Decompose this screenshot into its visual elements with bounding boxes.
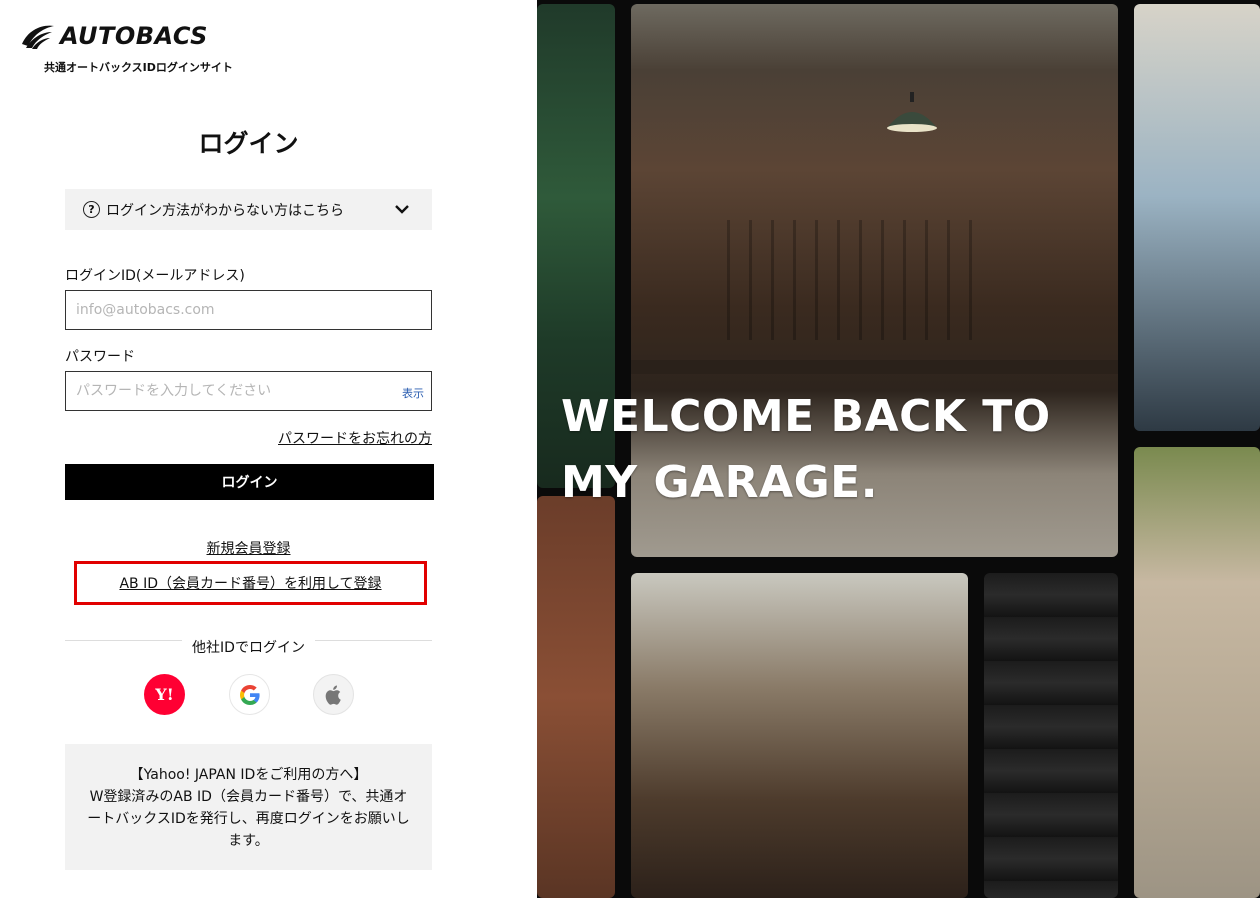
forgot-password-link[interactable]: パスワードをお忘れの方 — [278, 428, 432, 448]
hero-image-pegboard — [727, 220, 987, 340]
login-id-field-wrapper — [65, 290, 432, 330]
password-field-wrapper: 表示 — [65, 371, 432, 411]
social-login-heading: 他社IDでログイン — [182, 640, 315, 656]
hero-image-tools-wall — [537, 496, 615, 898]
hanging-lamp-image — [887, 92, 937, 132]
login-id-label: ログインID(メールアドレス) — [65, 268, 245, 284]
autobacs-logo[interactable]: AUTOBACS — [20, 22, 280, 52]
hero-headline: WELCOME BACK TO MY GARAGE. — [561, 384, 1051, 516]
hero-image-woman-in-garage — [631, 573, 968, 898]
chevron-down-icon — [395, 205, 409, 214]
hero-image-workbench — [631, 360, 1118, 374]
show-password-toggle[interactable]: 表示 — [402, 385, 424, 401]
site-tagline: 共通オートバックスIDログインサイト — [44, 61, 233, 74]
yahoo-login-button[interactable]: Y! — [144, 674, 185, 715]
google-icon — [239, 684, 260, 705]
question-circle-icon: ? — [83, 201, 100, 218]
autobacs-wing-icon — [22, 25, 54, 49]
hero-image-tires — [984, 573, 1118, 898]
yahoo-icon: Y! — [155, 685, 174, 704]
hero-panel: WELCOME BACK TO MY GARAGE. — [537, 0, 1260, 898]
yahoo-notice-box: 【Yahoo! JAPAN IDをご利用の方へ】 W登録済みのAB ID（会員カ… — [65, 744, 432, 870]
yahoo-notice-title: 【Yahoo! JAPAN IDをご利用の方へ】 — [129, 767, 368, 783]
apple-icon — [325, 685, 341, 705]
password-input[interactable] — [66, 372, 431, 410]
hero-headline-line1: WELCOME BACK TO — [561, 391, 1051, 442]
login-help-label: ログイン方法がわからない方はこちら — [106, 202, 344, 219]
hero-image-driver — [1134, 4, 1260, 431]
password-label: パスワード — [65, 349, 135, 365]
hero-headline-line2: MY GARAGE. — [561, 457, 878, 508]
logo-wordmark: AUTOBACS — [60, 22, 208, 50]
yahoo-notice-body: W登録済みのAB ID（会員カード番号）で、共通オートバックスIDを発行し、再度… — [87, 789, 410, 849]
login-help-accordion[interactable]: ? ログイン方法がわからない方はこちら — [65, 189, 432, 230]
social-login-heading-wrap: 他社IDでログイン — [0, 637, 497, 657]
apple-login-button[interactable] — [313, 674, 354, 715]
google-login-button[interactable] — [229, 674, 270, 715]
page-title: ログイン — [198, 129, 299, 158]
ab-id-register-link[interactable]: AB ID（会員カード番号）を利用して登録 — [119, 573, 381, 593]
login-panel: AUTOBACS 共通オートバックスIDログインサイト ログイン ? ログイン方… — [0, 0, 537, 898]
new-member-register-link[interactable]: 新規会員登録 — [0, 538, 497, 558]
ab-id-register-highlight: AB ID（会員カード番号）を利用して登録 — [74, 561, 427, 605]
hero-image-house — [1134, 447, 1260, 898]
login-id-input[interactable] — [66, 291, 431, 329]
login-button[interactable]: ログイン — [65, 464, 434, 500]
